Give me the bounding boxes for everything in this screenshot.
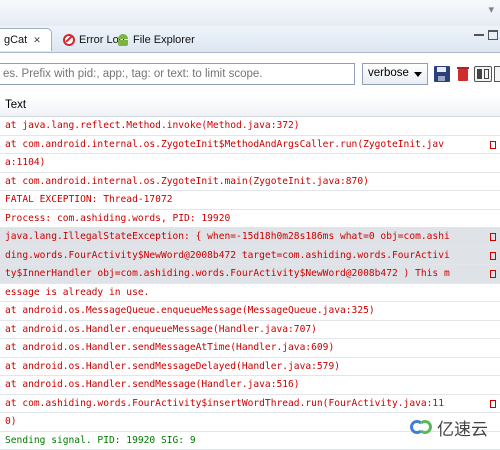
log-line-text: java.lang.IllegalStateException: { when=… <box>5 231 450 242</box>
log-line[interactable]: at com.android.internal.os.ZygoteInit.ma… <box>0 173 500 192</box>
log-line[interactable]: ding.words.FourActivity$NewWord@2008b472… <box>0 247 500 266</box>
watermark: 亿速云 <box>410 414 488 440</box>
log-line-text: at android.os.Handler.enqueueMessage(Han… <box>5 324 317 335</box>
watermark-logo-icon <box>410 416 432 438</box>
watermark-text: 亿速云 <box>437 415 488 440</box>
log-line-text: at com.android.internal.os.ZygoteInit$Me… <box>5 139 444 150</box>
log-line[interactable]: at com.ashiding.words.FourActivity$inser… <box>0 395 500 414</box>
log-line-text: at android.os.Handler.sendMessage(Handle… <box>5 379 300 390</box>
log-line[interactable]: at android.os.Handler.sendMessageAtTime(… <box>0 339 500 358</box>
log-line[interactable]: at java.lang.reflect.Method.invoke(Metho… <box>0 117 500 136</box>
log-line-text: at android.os.Handler.sendMessageDelayed… <box>5 361 340 372</box>
top-toolbar-strip: ▾ <box>0 0 500 27</box>
log-line[interactable]: at android.os.MessageQueue.enqueueMessag… <box>0 302 500 321</box>
scroll-lock-icon[interactable] <box>494 66 500 82</box>
wrap-marker-icon <box>490 141 496 149</box>
column-header[interactable]: Text <box>0 96 500 117</box>
log-line-text: at android.os.MessageQueue.enqueueMessag… <box>5 305 375 316</box>
log-line-text: FATAL EXCEPTION: Thread-17072 <box>5 194 173 205</box>
log-line-text: essage is already in use. <box>5 287 149 298</box>
log-line-text: Process: com.ashiding.words, PID: 19920 <box>5 213 230 224</box>
clear-log-icon[interactable] <box>455 66 471 82</box>
log-line[interactable]: at android.os.Handler.enqueueMessage(Han… <box>0 321 500 340</box>
tab-logcat[interactable]: gCat ✕ <box>0 28 52 51</box>
log-line-text: at android.os.Handler.sendMessageAtTime(… <box>5 342 334 353</box>
wrap-marker-icon <box>490 252 496 260</box>
log-line[interactable]: at com.android.internal.os.ZygoteInit$Me… <box>0 136 500 155</box>
tab-label: File Explorer <box>133 34 195 46</box>
android-icon <box>117 34 129 46</box>
log-level-select[interactable]: verbose <box>362 63 428 85</box>
log-line-text: ty$InnerHandler obj=com.ashiding.words.F… <box>5 268 450 279</box>
log-line[interactable]: a:1104) <box>0 154 500 173</box>
dropdown-arrow-icon <box>414 72 422 77</box>
wrap-marker-icon <box>490 400 496 408</box>
close-icon[interactable]: ✕ <box>33 35 41 46</box>
logcat-filter-input[interactable] <box>0 63 355 85</box>
tab-label: gCat <box>4 34 27 46</box>
toggle-filters-icon[interactable] <box>474 66 492 82</box>
log-line-text: at com.android.internal.os.ZygoteInit.ma… <box>5 176 369 187</box>
tab-file-explorer[interactable]: File Explorer <box>112 28 200 51</box>
log-line[interactable]: essage is already in use. <box>0 284 500 303</box>
log-line[interactable]: java.lang.IllegalStateException: { when=… <box>0 228 500 247</box>
log-line-text: Sending signal. PID: 19920 SIG: 9 <box>5 435 196 446</box>
log-line-text: at java.lang.reflect.Method.invoke(Metho… <box>5 120 300 131</box>
log-line[interactable]: Process: com.ashiding.words, PID: 19920 <box>0 210 500 229</box>
error-log-icon <box>63 34 75 46</box>
maximize-icon[interactable] <box>488 30 498 40</box>
log-line-text: 0) <box>5 416 17 427</box>
minimize-icon[interactable] <box>474 34 484 36</box>
log-line[interactable]: FATAL EXCEPTION: Thread-17072 <box>0 191 500 210</box>
log-line-text: at com.ashiding.words.FourActivity$inser… <box>5 398 444 409</box>
wrap-marker-icon <box>490 233 496 241</box>
text-column-header[interactable]: Text <box>5 99 26 111</box>
log-list[interactable]: at java.lang.reflect.Method.invoke(Metho… <box>0 117 500 450</box>
log-line-text: a:1104) <box>5 157 45 168</box>
save-icon[interactable] <box>434 66 450 82</box>
log-line[interactable]: ty$InnerHandler obj=com.ashiding.words.F… <box>0 265 500 284</box>
log-line[interactable]: at android.os.Handler.sendMessageDelayed… <box>0 358 500 377</box>
wrap-marker-icon <box>490 270 496 278</box>
log-level-value: verbose <box>368 67 409 79</box>
view-tab-bar: gCat ✕ Error Log File Explorer <box>0 26 500 53</box>
chevron-down-icon[interactable]: ▾ <box>488 3 494 16</box>
log-line[interactable]: at android.os.Handler.sendMessage(Handle… <box>0 376 500 395</box>
log-line-text: ding.words.FourActivity$NewWord@2008b472… <box>5 250 450 261</box>
filter-toolbar: verbose <box>0 62 500 88</box>
